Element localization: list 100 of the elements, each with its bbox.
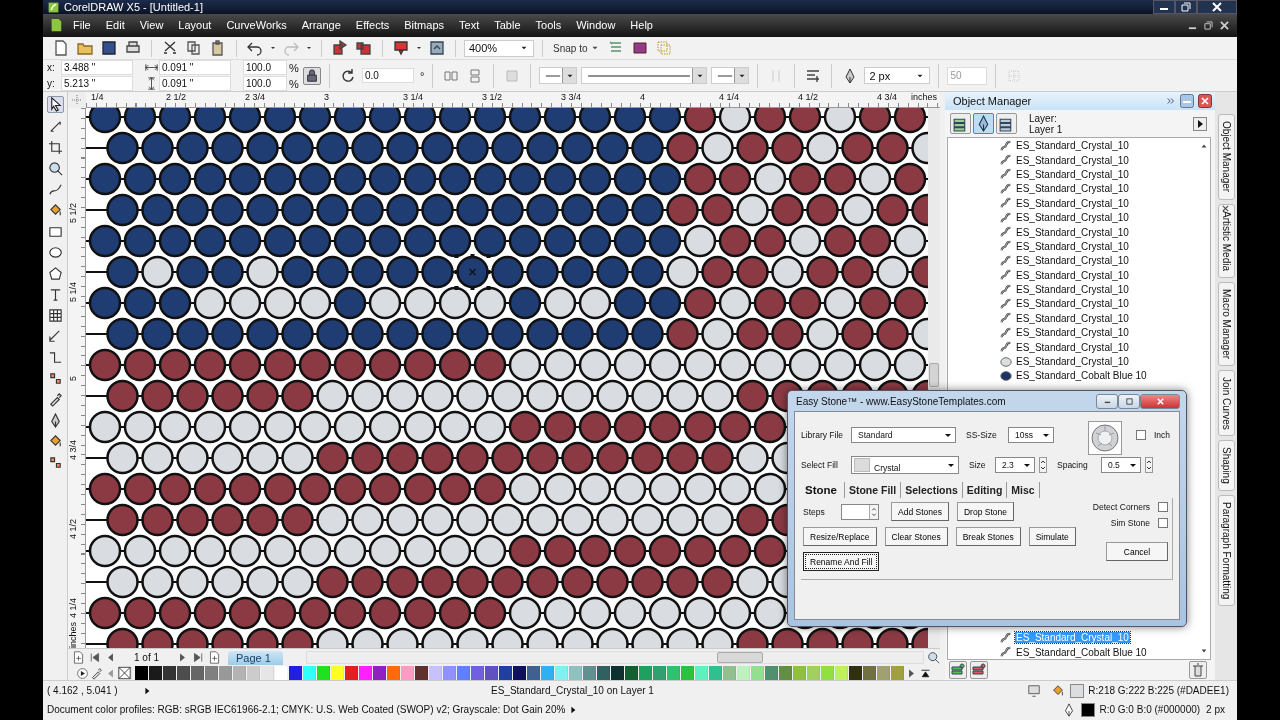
docker-tab[interactable]: Shaping: [1217, 440, 1235, 492]
object-list-item[interactable]: ES_Standard_Crystal_10: [1000, 239, 1198, 254]
object-list-item[interactable]: ES_Standard_Crystal_10: [1000, 296, 1198, 312]
menu-item[interactable]: Edit: [105, 19, 125, 32]
eyedropper-icon[interactable]: [47, 392, 63, 408]
color-swatch[interactable]: [135, 666, 148, 681]
line-style-dropdown[interactable]: [581, 67, 708, 85]
x-position-field[interactable]: 3.488 ": [61, 60, 133, 76]
object-list-item[interactable]: ES_Standard_Cobalt Blue 10: [1000, 645, 1198, 660]
color-swatch[interactable]: [317, 666, 330, 681]
monitor-icon[interactable]: [1027, 683, 1042, 698]
color-swatch[interactable]: [667, 666, 680, 681]
end-arrow-dropdown[interactable]: [711, 67, 750, 85]
minimize-button[interactable]: [1153, 0, 1175, 14]
color-swatch[interactable]: [541, 666, 554, 681]
undo-icon[interactable]: [247, 40, 263, 57]
menu-item[interactable]: Arrange: [301, 19, 341, 32]
restore-button[interactable]: [1175, 0, 1197, 14]
object-list-item[interactable]: ES_Standard_Crystal_10: [1000, 268, 1198, 283]
lock-ratio-icon[interactable]: [303, 66, 321, 85]
color-swatch[interactable]: [345, 666, 358, 681]
outline-width-dropdown[interactable]: 2 px: [864, 67, 931, 85]
scale-field[interactable]: 100.0: [243, 76, 287, 92]
outline-color-swatch[interactable]: [1081, 702, 1096, 717]
color-swatch[interactable]: [793, 666, 806, 681]
new-master-layer-icon[interactable]: [970, 661, 988, 680]
rename-and-fill-button[interactable]: Rename And Fill: [803, 552, 880, 571]
color-swatch[interactable]: [205, 666, 218, 681]
dialog-button[interactable]: Simulate: [1028, 527, 1076, 546]
dialog-button[interactable]: Break Stones: [955, 527, 1021, 546]
export-icon[interactable]: [356, 40, 372, 57]
snap-to-button[interactable]: Snap to: [551, 42, 603, 54]
no-color-swatch[interactable]: [118, 666, 132, 681]
application-launcher-icon[interactable]: [429, 40, 445, 57]
selection-handles[interactable]: [454, 254, 491, 291]
object-list-item[interactable]: ES_Standard_Crystal_10: [1000, 210, 1198, 225]
menu-item[interactable]: Layout: [178, 19, 212, 32]
color-swatch[interactable]: [555, 666, 568, 681]
color-swatch[interactable]: [751, 666, 764, 681]
object-list-item[interactable]: ES_Standard_Crystal_10: [1000, 325, 1198, 340]
color-swatch[interactable]: [765, 666, 778, 681]
pointer-icon[interactable]: [46, 96, 64, 114]
eyedropper-icon[interactable]: [90, 666, 103, 680]
docker-tab[interactable]: Paragraph Formatting: [1217, 495, 1235, 607]
color-swatch[interactable]: [261, 666, 274, 681]
object-list-item[interactable]: ES_Standard_Crystal_10: [1000, 224, 1198, 240]
menu-item[interactable]: Text: [459, 19, 480, 32]
cut-icon[interactable]: [162, 40, 178, 57]
option-checkbox[interactable]: Detect Corners: [1092, 502, 1168, 512]
color-swatch[interactable]: [863, 666, 876, 681]
menu-item[interactable]: Window: [576, 19, 616, 32]
color-swatch[interactable]: [821, 666, 834, 681]
options-icon[interactable]: [632, 40, 649, 57]
color-swatch[interactable]: [681, 666, 694, 681]
maximize-button[interactable]: [1118, 393, 1140, 409]
zoom-icon[interactable]: [927, 651, 940, 665]
add-page-icon[interactable]: [72, 651, 85, 665]
color-swatch[interactable]: [723, 666, 736, 681]
edit-across-layers-icon[interactable]: [973, 113, 994, 135]
ss-size-dropdown[interactable]: 10ss: [1008, 427, 1054, 443]
color-swatch[interactable]: [807, 666, 820, 681]
crop-tool-icon[interactable]: [47, 140, 63, 156]
new-layer-icon[interactable]: [949, 661, 967, 680]
color-swatch[interactable]: [163, 666, 176, 681]
color-swatch[interactable]: [387, 666, 400, 681]
color-swatch[interactable]: [653, 666, 666, 681]
color-swatch[interactable]: [639, 666, 652, 681]
dimension-tool-icon[interactable]: [47, 329, 63, 345]
size-dropdown[interactable]: 2.3: [995, 457, 1035, 473]
scale-field[interactable]: 100.0: [243, 60, 287, 76]
menu-item[interactable]: Effects: [355, 19, 390, 32]
delete-icon[interactable]: [1189, 661, 1207, 680]
object-list-item[interactable]: ES_Standard_Crystal_10: [1000, 282, 1198, 297]
open-folder-icon[interactable]: [77, 40, 93, 57]
spinner-icon[interactable]: [1145, 457, 1153, 473]
color-swatch[interactable]: [457, 666, 470, 681]
color-swatch[interactable]: [233, 666, 246, 681]
menu-item[interactable]: Help: [630, 19, 653, 32]
expand-arrow-icon[interactable]: [569, 705, 578, 714]
menu-item[interactable]: File: [73, 19, 91, 32]
dialog-button[interactable]: Resize/Replace: [803, 527, 877, 546]
table-tool-icon[interactable]: [47, 308, 63, 324]
object-list-item[interactable]: ES_Standard_Crystal_10: [1000, 167, 1198, 182]
docker-tab[interactable]: Join Curves: [1217, 369, 1235, 437]
restore-icon[interactable]: [1204, 20, 1213, 30]
docker-tab[interactable]: Macro Manager: [1217, 281, 1235, 366]
menu-item[interactable]: View: [139, 19, 164, 32]
color-swatch[interactable]: [303, 666, 316, 681]
color-swatch[interactable]: [737, 666, 750, 681]
menu-item[interactable]: Tools: [535, 19, 562, 32]
zoom-tool-icon[interactable]: [47, 161, 63, 177]
close-button[interactable]: [1198, 94, 1212, 109]
option-checkbox[interactable]: Sim Stone: [1110, 518, 1168, 528]
object-list-item[interactable]: ES_Standard_Crystal_10: [1000, 354, 1198, 369]
color-swatch[interactable]: [443, 666, 456, 681]
color-swatch[interactable]: [219, 666, 232, 681]
menu-item[interactable]: Table: [494, 19, 521, 32]
layer-manager-icon[interactable]: [996, 113, 1017, 135]
color-swatch[interactable]: [891, 666, 904, 681]
play-icon[interactable]: [76, 666, 89, 680]
